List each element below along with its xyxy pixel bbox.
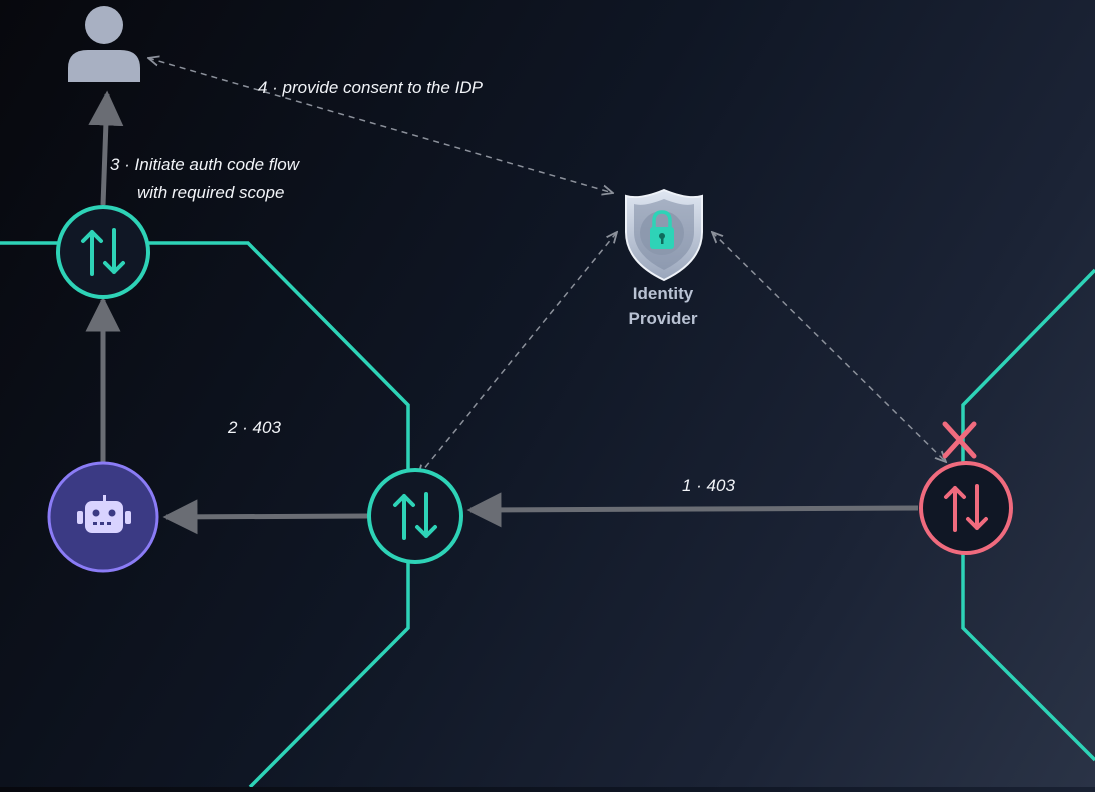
gateway-node-top[interactable] [56,205,150,299]
step3-label-line1: 3 · Initiate auth code flow [110,155,301,174]
step3-label-line2: with required scope [137,183,284,202]
arrow-gateway-to-agent [162,499,369,535]
idp-label-line2: Provider [629,309,698,328]
gateway-node-blocked[interactable] [919,461,1013,555]
step4-label: 4 · provide consent to the IDP [258,78,484,97]
diagram-canvas: Identity Provider 4 · provide consent to… [0,0,1095,789]
step1-label: 1 · 403 [682,476,735,495]
agent-node[interactable] [47,461,159,573]
arrow-blocked-to-gateway [466,492,919,528]
idp-label-line1: Identity [633,284,694,303]
user-icon [68,6,140,82]
arrow-top-gateway-to-user [88,90,124,206]
flow-diagram: Identity Provider 4 · provide consent to… [0,6,1095,789]
shield-lock-icon[interactable] [625,188,703,282]
step2-label: 2 · 403 [227,418,281,437]
gateway-node-middle[interactable] [367,468,463,564]
dashed-link-gateway-idp [418,232,617,476]
x-mark-icon [942,421,977,459]
dashed-link-idp-blocked [712,232,946,462]
